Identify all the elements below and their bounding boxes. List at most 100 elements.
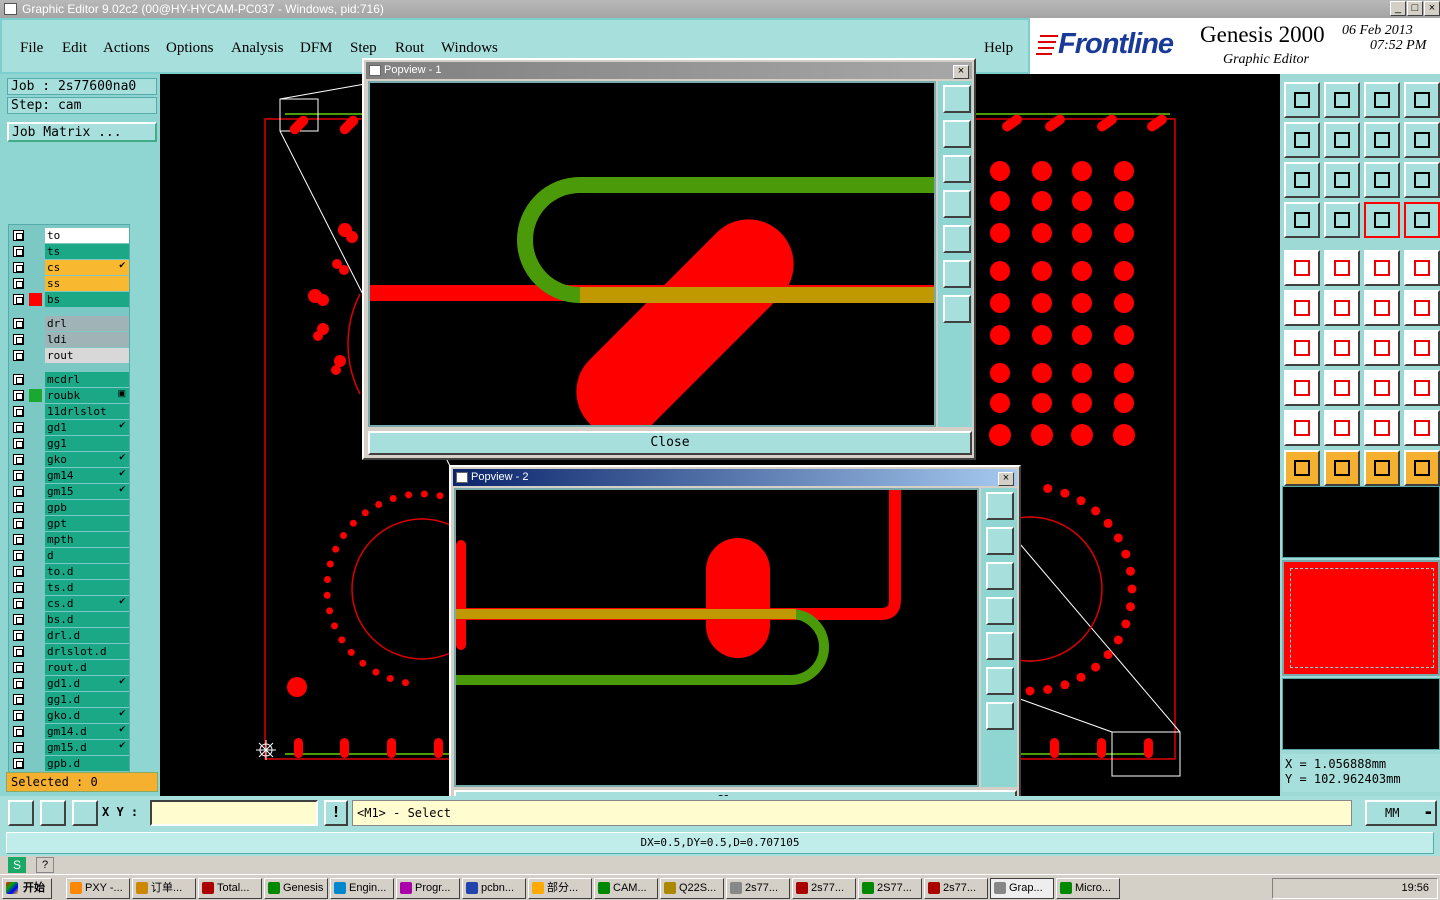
popview-2-zoom-in-button[interactable] [986,667,1014,695]
layers-red-icon[interactable] [1364,202,1400,238]
taskbar-item[interactable]: Progr... [396,878,460,899]
layer-row[interactable]: gg1.d [9,692,129,707]
layer-row[interactable]: mcdrl [9,372,129,387]
layer-name[interactable]: gm14.d [45,724,129,739]
layer-name[interactable]: mpth [45,532,129,547]
layer-name[interactable]: roubk [45,388,129,403]
layer-checkbox[interactable] [13,678,24,689]
angle-icon[interactable] [1284,330,1320,366]
slope-icon[interactable] [1324,330,1360,366]
menu-step[interactable]: Step [350,40,377,57]
start-button[interactable]: 开始 [2,878,52,899]
app-s-icon[interactable]: S [8,857,26,873]
layer-name[interactable]: gko.d [45,708,129,723]
layer-name[interactable]: gpt [45,516,129,531]
layer-row[interactable]: roubk ▣ [9,388,129,403]
rotate-icon[interactable] [1364,122,1400,158]
circle-pad-icon[interactable] [1404,250,1440,286]
menu-options[interactable]: Options [166,40,214,57]
overview-map[interactable] [1282,560,1440,676]
layer-checkbox[interactable] [13,470,24,481]
zoom-center-icon[interactable] [1324,162,1360,198]
xy-input[interactable] [150,800,318,826]
layer-row[interactable]: ldi [9,332,129,347]
layers-select-icon[interactable] [1404,202,1440,238]
taskbar-item[interactable]: 订单... [132,878,196,899]
layer-name[interactable]: gg1.d [45,692,129,707]
popview-2-zoom-out-button[interactable] [986,702,1014,730]
layer-name[interactable]: bs [45,292,129,307]
layer-checkbox[interactable] [13,438,24,449]
layer-row[interactable]: gm14 ✔ [9,468,129,483]
layer-checkbox[interactable] [13,486,24,497]
popview-2-pan-left-button[interactable] [986,597,1014,625]
query-icon[interactable] [1404,162,1440,198]
taskbar-item[interactable]: PXY -... [66,878,130,899]
layer-row[interactable]: gpb.d [9,756,129,771]
popview-1-pan-up-button[interactable] [943,120,971,148]
layer-checkbox[interactable] [13,550,24,561]
layer-checkbox[interactable] [13,758,24,769]
layer-checkbox[interactable] [13,742,24,753]
layer-name[interactable]: cs [45,260,129,275]
popview-1-zoom-out-button[interactable] [943,295,971,323]
layer-row[interactable]: cs ✔ [9,260,129,275]
layer-name[interactable]: ts.d [45,580,129,595]
window-icon[interactable] [1404,82,1440,118]
layer-checkbox[interactable] [13,502,24,513]
layer-name[interactable]: d [45,548,129,563]
menu-windows[interactable]: Windows [441,40,498,57]
arc-icon[interactable] [1364,330,1400,366]
popview-1-pan-down-button[interactable] [943,155,971,183]
layer-row[interactable]: ss [9,276,129,291]
move-up-icon[interactable] [1284,82,1320,118]
layer-name[interactable]: 11drlslot [45,404,129,419]
layer-name[interactable]: drlslot.d [45,644,129,659]
layer-row[interactable]: d [9,548,129,563]
measure-icon[interactable] [1284,202,1320,238]
pad-dot-icon[interactable] [1284,370,1320,406]
popview-2-pan-right-button[interactable] [986,632,1014,660]
info-icon[interactable]: ! [324,800,348,826]
popview-1-pan-left-button[interactable] [943,190,971,218]
layer-checkbox[interactable] [13,422,24,433]
layer-checkbox[interactable] [13,230,24,241]
layer-row[interactable]: drlslot.d [9,644,129,659]
home-icon[interactable] [1364,82,1400,118]
layer-name[interactable]: drl [45,316,129,331]
taskbar-item[interactable]: 2s77... [792,878,856,899]
popview-1-titlebar[interactable]: Popview - 1 × [366,62,972,79]
triangle-a-icon[interactable] [1364,410,1400,446]
layer-name[interactable]: mcdrl [45,372,129,387]
layer-checkbox[interactable] [13,534,24,545]
layer-checkbox[interactable] [13,406,24,417]
layer-checkbox[interactable] [13,318,24,329]
layer-name[interactable]: gko [45,452,129,467]
popview-1-zoom-in-button[interactable] [943,260,971,288]
delete-node-icon[interactable] [1324,290,1360,326]
layer-row[interactable]: to [9,228,129,243]
layer-row[interactable]: to.d [9,564,129,579]
layer-checkbox[interactable] [13,278,24,289]
split-icon[interactable] [1404,290,1440,326]
layer-row[interactable]: 11drlslot [9,404,129,419]
zoom-extents-icon[interactable] [1284,162,1320,198]
layer-checkbox[interactable] [13,662,24,673]
layer-checkbox[interactable] [13,374,24,385]
layer-checkbox[interactable] [13,646,24,657]
pointer-box-icon[interactable] [1324,450,1360,486]
layer-row[interactable]: gko.d ✔ [9,708,129,723]
layer-row[interactable]: ts [9,244,129,259]
connect-icon[interactable] [1284,290,1320,326]
layer-row[interactable]: drl [9,316,129,331]
layer-checkbox[interactable] [13,454,24,465]
layer-row[interactable]: gko ✔ [9,452,129,467]
triangle-icon[interactable] [1284,410,1320,446]
layer-row[interactable]: rout.d [9,660,129,675]
triangle-b-icon[interactable] [1404,410,1440,446]
menu-dfm[interactable]: DFM [300,40,333,57]
popview-1-close-icon[interactable]: × [953,65,969,79]
taskbar-item[interactable]: pcbn... [462,878,526,899]
layer-row[interactable]: rout [9,348,129,363]
layer-row[interactable]: gm15 ✔ [9,484,129,499]
